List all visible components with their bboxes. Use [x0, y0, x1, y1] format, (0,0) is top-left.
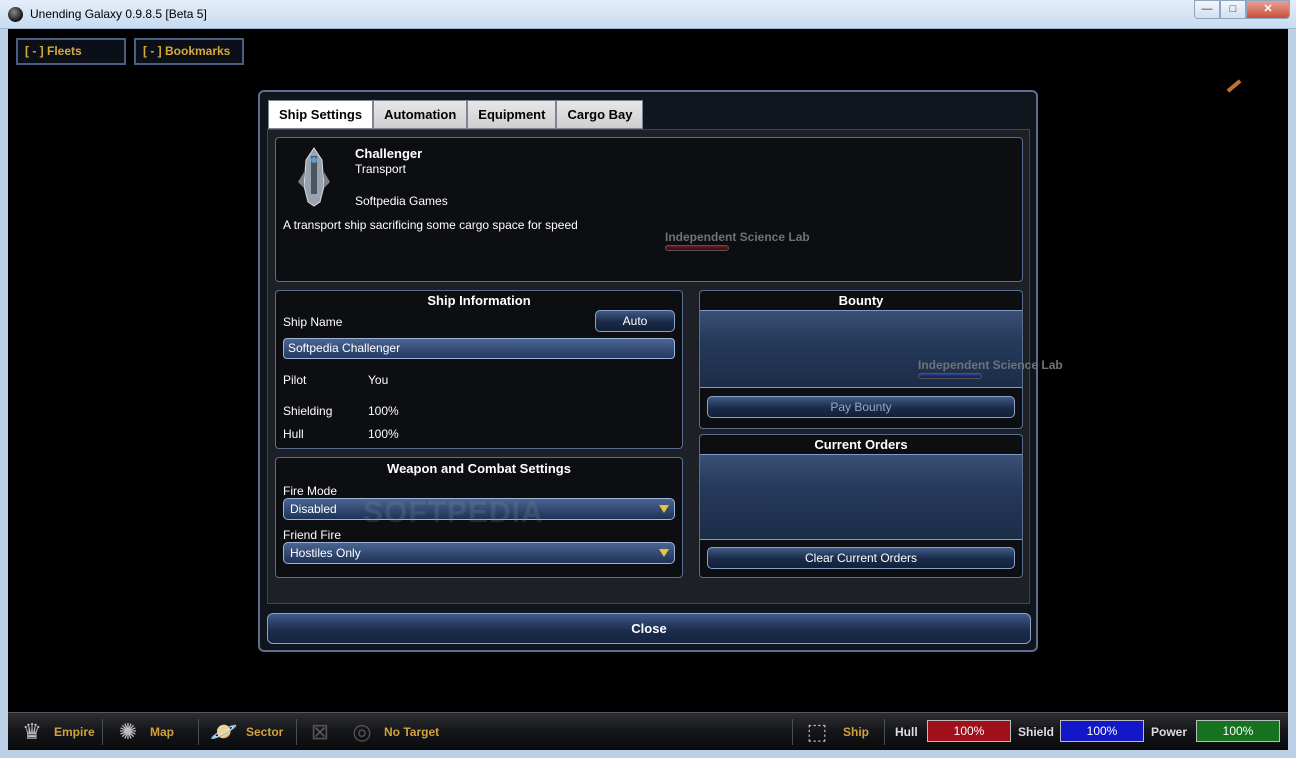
science-lab-label-1: Independent Science Lab [665, 230, 810, 244]
friend-fire-label: Friend Fire [283, 528, 342, 542]
cargo-boxes-icon: ⬚ [806, 719, 828, 744]
target-lock-button[interactable]: ⊠ [306, 713, 334, 750]
tab-automation[interactable]: Automation [373, 100, 468, 129]
pilot-value: You [368, 373, 389, 387]
distant-ship-sprite[interactable] [1226, 79, 1242, 93]
tab-equipment[interactable]: Equipment [467, 100, 557, 129]
window-controls: — □ ✕ [1194, 0, 1290, 19]
ship-settings-body: Challenger Transport Softpedia Games A t… [267, 129, 1063, 604]
ship-icon [298, 147, 330, 207]
power-stat-label: Power [1151, 725, 1188, 739]
dropdown-arrow-icon [659, 505, 669, 513]
friend-fire-value: Hostiles Only [290, 546, 361, 560]
separator [198, 719, 199, 745]
bounty-title: Bounty [838, 293, 884, 308]
dropdown-arrow-icon [659, 549, 669, 557]
shielding-label: Shielding [283, 404, 333, 418]
friend-fire-select[interactable]: Hostiles Only [283, 542, 675, 564]
hull-label: Hull [283, 427, 304, 441]
power-stat-bar: 100% [1196, 720, 1280, 742]
empire-button[interactable]: ♛ Empire [18, 713, 95, 750]
close-window-button[interactable]: ✕ [1246, 0, 1290, 19]
bounty-panel: Bounty Independent Science Lab Pay Bount… [699, 290, 1063, 429]
ship-name-label: Ship Name [283, 315, 343, 329]
crown-icon: ♛ [22, 719, 42, 744]
ship-maker: Softpedia Games [355, 194, 448, 208]
target-lock-icon: ⊠ [310, 719, 330, 744]
ship-header-panel: Challenger Transport Softpedia Games A t… [275, 137, 1023, 282]
separator [296, 719, 297, 745]
galaxy-icon: ✺ [118, 719, 138, 744]
fire-mode-value: Disabled [290, 502, 337, 516]
minimize-button[interactable]: — [1194, 0, 1220, 19]
ship-class: Transport [355, 162, 406, 176]
science-lab-health-bar-2 [918, 373, 982, 379]
watermark: SOFTPEDIA [363, 496, 544, 529]
map-label: Map [150, 725, 174, 739]
fire-mode-label: Fire Mode [283, 484, 338, 498]
ship-information-panel: Ship Information Ship Name Auto Softpedi… [275, 290, 683, 449]
science-lab-health-bar-1 [665, 245, 729, 251]
app-icon [8, 7, 23, 22]
shield-stat-bar: 100% [1060, 720, 1144, 742]
map-button[interactable]: ✺ Map [114, 713, 174, 750]
window-titlebar: Unending Galaxy 0.9.8.5 [Beta 5] — □ ✕ [0, 0, 1296, 29]
shield-stat-label: Shield [1018, 725, 1055, 739]
window-title: Unending Galaxy 0.9.8.5 [Beta 5] [30, 7, 207, 21]
signal-icon: ◎ [352, 719, 372, 744]
ship-button[interactable]: ⬚ Ship [803, 713, 869, 750]
separator [792, 719, 793, 745]
pilot-label: Pilot [283, 373, 307, 387]
empire-label: Empire [54, 725, 95, 739]
sector-button[interactable]: 🪐 Sector [210, 713, 283, 750]
clear-current-orders-button[interactable]: Clear Current Orders [707, 547, 1015, 569]
current-orders-list [700, 454, 1022, 540]
fleets-button[interactable]: [ - ] Fleets [16, 38, 126, 65]
hull-value: 100% [368, 427, 399, 441]
game-viewport[interactable]: [ - ] Fleets [ - ] Bookmarks Ship Settin… [8, 29, 1288, 750]
bottom-bar: ♛ Empire ✺ Map 🪐 Sector ⊠ ◎ No Target ⬚ … [8, 712, 1288, 750]
ship-dialog: Ship Settings Automation Equipment Cargo… [258, 90, 1063, 652]
no-target-label: No Target [384, 725, 440, 739]
separator [884, 719, 885, 745]
bookmarks-button[interactable]: [ - ] Bookmarks [134, 38, 244, 65]
maximize-button[interactable]: □ [1220, 0, 1246, 19]
tab-cargo-bay[interactable]: Cargo Bay [556, 100, 644, 129]
shielding-value: 100% [368, 404, 399, 418]
auto-name-button[interactable]: Auto [595, 310, 675, 332]
ship-information-title: Ship Information [427, 293, 531, 308]
current-orders-panel: Current Orders Clear Current Orders [699, 434, 1023, 578]
ship-name-input[interactable]: Softpedia Challenger [283, 338, 675, 359]
separator [102, 719, 103, 745]
current-orders-title: Current Orders [814, 437, 908, 452]
pay-bounty-button[interactable]: Pay Bounty [707, 396, 1015, 418]
hull-stat-bar: 100% [927, 720, 1011, 742]
science-lab-label-2: Independent Science Lab [918, 358, 1063, 372]
tab-ship-settings[interactable]: Ship Settings [268, 100, 374, 129]
ship-label: Ship [843, 725, 869, 739]
hull-stat-label: Hull [895, 725, 918, 739]
sector-label: Sector [246, 725, 284, 739]
dialog-tabs: Ship Settings Automation Equipment Cargo… [268, 100, 644, 129]
no-target-button[interactable]: ◎ No Target [348, 713, 439, 750]
planet-icon: 🪐 [210, 719, 238, 744]
combat-settings-title: Weapon and Combat Settings [387, 461, 571, 476]
ship-description: A transport ship sacrificing some cargo … [283, 218, 578, 232]
ship-name-heading: Challenger [355, 146, 423, 161]
close-dialog-button[interactable]: Close [267, 613, 1031, 644]
